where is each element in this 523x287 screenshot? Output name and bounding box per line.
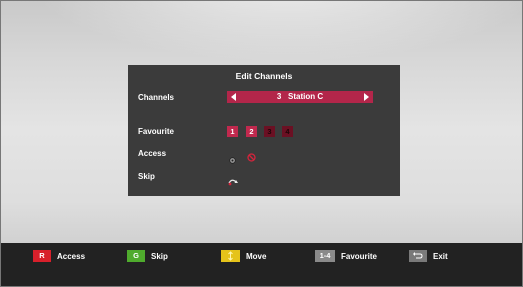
background-sheen	[0, 0, 523, 70]
footer-move-label: Move	[246, 252, 267, 261]
move-arrows-icon	[228, 251, 233, 261]
lock-icon[interactable]	[229, 151, 236, 169]
red-key[interactable]: R	[33, 250, 51, 262]
channel-value: 3 Station C	[276, 92, 324, 101]
green-key[interactable]: G	[127, 250, 145, 262]
footer-exit-label: Exit	[433, 252, 448, 261]
skip-icon[interactable]	[228, 173, 239, 191]
skip-label: Skip	[138, 172, 155, 181]
access-label: Access	[138, 149, 167, 158]
channels-label: Channels	[138, 93, 175, 102]
footer-skip-label: Skip	[151, 252, 168, 261]
footer-access-label: Access	[57, 252, 86, 261]
favourite-box-4[interactable]: 4	[282, 126, 293, 137]
favourite-box-2[interactable]: 2	[246, 126, 257, 137]
favourite-box-3[interactable]: 3	[264, 126, 275, 137]
number-keys[interactable]: 1-4	[315, 250, 335, 262]
arrow-right-icon[interactable]	[364, 93, 369, 101]
dialog-title: Edit Channels	[235, 71, 293, 81]
yellow-move-key[interactable]	[221, 250, 240, 262]
edit-channels-dialog: Edit Channels Channels 3 Station C Favou…	[128, 65, 400, 196]
favourite-label: Favourite	[138, 127, 175, 136]
no-access-icon[interactable]	[247, 149, 256, 167]
footer-help-bar: R Access G Skip Move 1-4 Favourite Exit	[0, 243, 523, 287]
return-icon	[413, 252, 423, 259]
channel-selector[interactable]: 3 Station C	[227, 91, 373, 103]
exit-key[interactable]	[409, 250, 427, 262]
favourite-box-1[interactable]: 1	[227, 126, 238, 137]
footer-favourite-label: Favourite	[341, 252, 378, 261]
